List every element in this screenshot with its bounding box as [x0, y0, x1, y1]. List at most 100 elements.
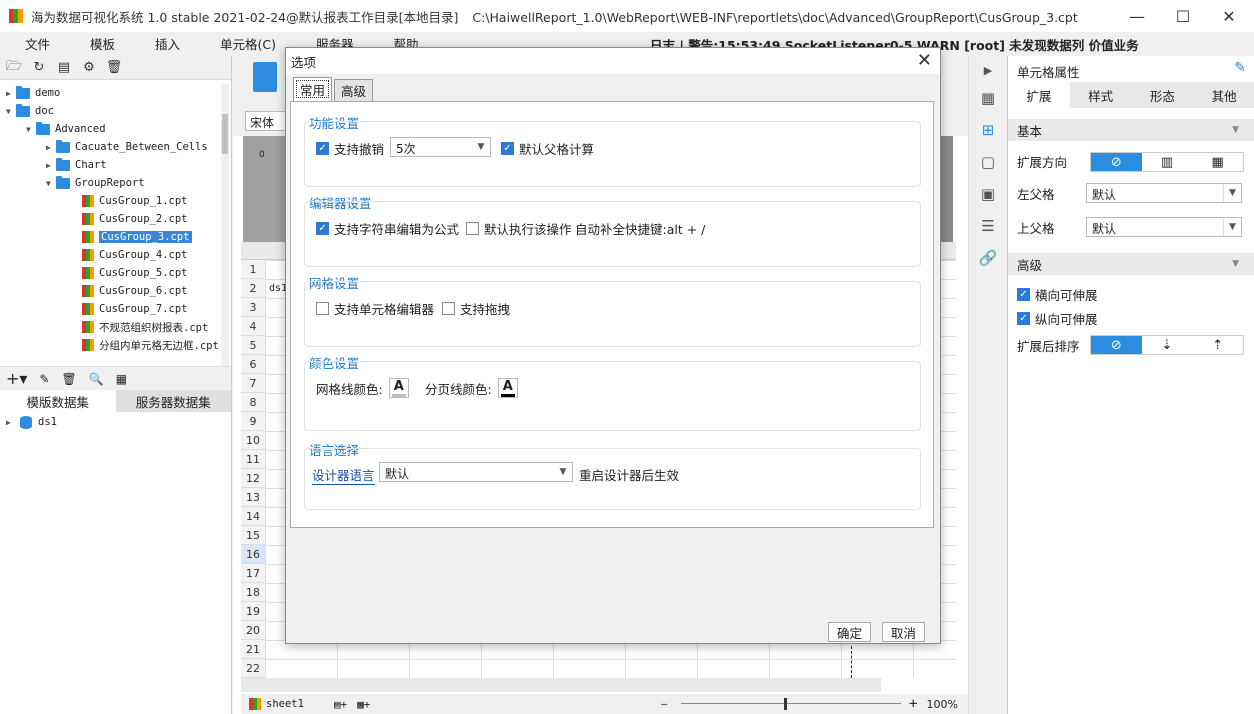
refresh-icon[interactable]: ↻ — [31, 60, 47, 76]
zoom-in-button[interactable]: + — [909, 696, 917, 712]
checkmark-icon[interactable]: ✓ — [1017, 288, 1030, 301]
tree-file[interactable]: CusGroup_5.cpt — [82, 264, 188, 282]
tab-server-dataset[interactable]: 服务器数据集 — [115, 390, 231, 412]
no-expand-icon[interactable]: ⊘ — [1091, 153, 1142, 171]
checkmark-icon[interactable]: ✓ — [501, 142, 514, 155]
zoom-out-button[interactable]: — — [661, 698, 667, 710]
row-number[interactable]: 5 — [241, 336, 265, 355]
sort-descending-icon[interactable]: ⇡ — [1192, 336, 1243, 354]
cell-attribute-icon[interactable]: ⊞ — [978, 120, 998, 140]
gridline-color-button[interactable]: A — [388, 378, 409, 398]
dataset-item[interactable]: ▶ ds1 — [6, 413, 57, 431]
menu-cell[interactable]: 单元格(C) — [207, 34, 289, 53]
dataset-settings-icon[interactable]: ▦ — [116, 372, 127, 386]
float-element-icon[interactable]: ▢ — [978, 152, 998, 172]
edit-icon[interactable]: ✎ — [39, 372, 49, 386]
row-number[interactable]: 21 — [241, 640, 265, 659]
tree-file[interactable]: CusGroup_7.cpt — [82, 300, 188, 318]
row-number[interactable]: 9 — [241, 412, 265, 431]
pageline-color-button[interactable]: A — [497, 378, 518, 398]
row-number[interactable]: 22 — [241, 659, 265, 678]
chevron-down-icon[interactable]: ▼ — [554, 463, 572, 481]
maximize-button[interactable]: ☐ — [1160, 0, 1206, 32]
tree-item-chart[interactable]: ▶ Chart — [46, 156, 107, 174]
tree-item-advanced[interactable]: ▼ Advanced — [26, 120, 106, 138]
undo-count-select[interactable]: 5次 ▼ — [390, 137, 491, 157]
row-number[interactable]: 18 — [241, 583, 265, 602]
font-select[interactable]: 宋体 — [245, 111, 289, 131]
row-number[interactable]: 13 — [241, 488, 265, 507]
up-parent-select[interactable]: 默认 ▼ — [1086, 217, 1242, 237]
default-exec-checkbox[interactable]: 默认执行该操作 — [466, 219, 572, 238]
collapse-arrow-icon[interactable]: ▼ — [1232, 259, 1239, 269]
expand-arrow-icon[interactable]: ▶ — [6, 89, 16, 98]
minimize-button[interactable]: — — [1114, 0, 1160, 32]
cell-element-icon[interactable]: ▦ — [978, 88, 998, 108]
row-number[interactable]: 2 — [241, 279, 265, 298]
row-number[interactable]: 4 — [241, 317, 265, 336]
cell-editor-checkbox[interactable]: 支持单元格编辑器 — [316, 299, 434, 318]
zoom-slider-handle[interactable] — [784, 698, 787, 710]
delete-icon[interactable]: 🗑 — [106, 60, 123, 76]
sheet-tab[interactable]: sheet1 — [266, 698, 304, 710]
properties-icon[interactable]: ▤ — [56, 60, 72, 76]
row-number[interactable]: 10 — [241, 431, 265, 450]
checkmark-icon[interactable]: ✓ — [316, 222, 329, 235]
close-window-button[interactable]: ✕ — [1206, 0, 1252, 32]
sort-ascending-icon[interactable]: ⇣ — [1142, 336, 1193, 354]
row-number[interactable]: 15 — [241, 526, 265, 545]
horizontal-expand-icon[interactable]: ▦ — [1192, 153, 1243, 171]
designer-language-link[interactable]: 设计器语言 — [312, 465, 375, 485]
row-number[interactable]: 6 — [241, 355, 265, 374]
tab-form[interactable]: 形态 — [1132, 82, 1194, 108]
checkbox-empty[interactable] — [442, 302, 455, 315]
add-icon[interactable]: +▾ — [6, 369, 27, 388]
tree-file[interactable]: CusGroup_2.cpt — [82, 210, 188, 228]
tab-other[interactable]: 其他 — [1193, 82, 1254, 108]
h-expand-checkbox[interactable]: ✓ 横向可伸展 — [1017, 285, 1098, 304]
ok-button[interactable]: 确定 — [828, 622, 872, 642]
menu-file[interactable]: 文件 — [12, 34, 63, 53]
menu-insert[interactable]: 插入 — [142, 34, 193, 53]
chevron-down-icon[interactable]: ▼ — [1223, 184, 1241, 202]
chevron-down-icon[interactable]: ▼ — [472, 138, 490, 156]
tree-item-groupreport[interactable]: ▼ GroupReport — [46, 174, 145, 192]
checkmark-icon[interactable]: ✓ — [316, 142, 329, 155]
chevron-down-icon[interactable]: ▼ — [1223, 218, 1241, 236]
row-number[interactable]: 3 — [241, 298, 265, 317]
tree-item-doc[interactable]: ▼ doc — [6, 102, 54, 120]
delete-icon[interactable]: 🗑 — [62, 372, 77, 386]
vertical-expand-icon[interactable]: ▥ — [1142, 153, 1193, 171]
collapse-arrow-icon[interactable]: ▼ — [46, 179, 56, 188]
tab-expand[interactable]: 扩展 — [1008, 82, 1070, 108]
tab-style[interactable]: 样式 — [1070, 82, 1132, 108]
row-number[interactable]: 17 — [241, 564, 265, 583]
collapse-panel-icon[interactable]: ▶ — [978, 60, 998, 80]
edit-icon[interactable]: ✎ — [1234, 60, 1246, 76]
widget-icon[interactable]: ▣ — [978, 184, 998, 204]
tab-template-dataset[interactable]: 模版数据集 — [0, 390, 116, 412]
collapse-arrow-icon[interactable]: ▼ — [26, 125, 36, 134]
add-report-icon[interactable]: ▦+ — [357, 698, 370, 711]
zoom-slider[interactable] — [681, 703, 901, 704]
tab-general[interactable]: 常用 — [293, 77, 333, 101]
settings-icon[interactable]: ⚙ — [81, 60, 97, 76]
row-number[interactable]: 19 — [241, 602, 265, 621]
tree-file[interactable]: CusGroup_1.cpt — [82, 192, 188, 210]
tree-file-selected[interactable]: CusGroup_3.cpt — [82, 228, 192, 246]
add-sheet-icon[interactable]: ▤+ — [334, 698, 347, 711]
formula-checkbox[interactable]: ✓ 支持字符串编辑为公式 — [316, 219, 459, 238]
tab-advanced[interactable]: 高级 — [334, 79, 374, 101]
no-sort-icon[interactable]: ⊘ — [1091, 336, 1142, 354]
menu-template[interactable]: 模板 — [77, 34, 128, 53]
tree-item-cacuate[interactable]: ▶ Cacuate_Between_Cells — [46, 138, 208, 156]
close-icon[interactable]: ✕ — [917, 50, 932, 71]
scrollbar-thumb[interactable] — [222, 114, 228, 154]
row-number[interactable]: 7 — [241, 374, 265, 393]
tree-file[interactable]: 不规范组织树报表.cpt — [82, 318, 208, 336]
checkbox-empty[interactable] — [316, 302, 329, 315]
tree-file[interactable]: 分组内单元格无边框.cpt — [82, 336, 219, 354]
expand-arrow-icon[interactable]: ▶ — [6, 418, 20, 427]
parent-calc-checkbox[interactable]: ✓ 默认父格计算 — [501, 139, 594, 158]
language-select[interactable]: 默认 ▼ — [379, 462, 573, 482]
